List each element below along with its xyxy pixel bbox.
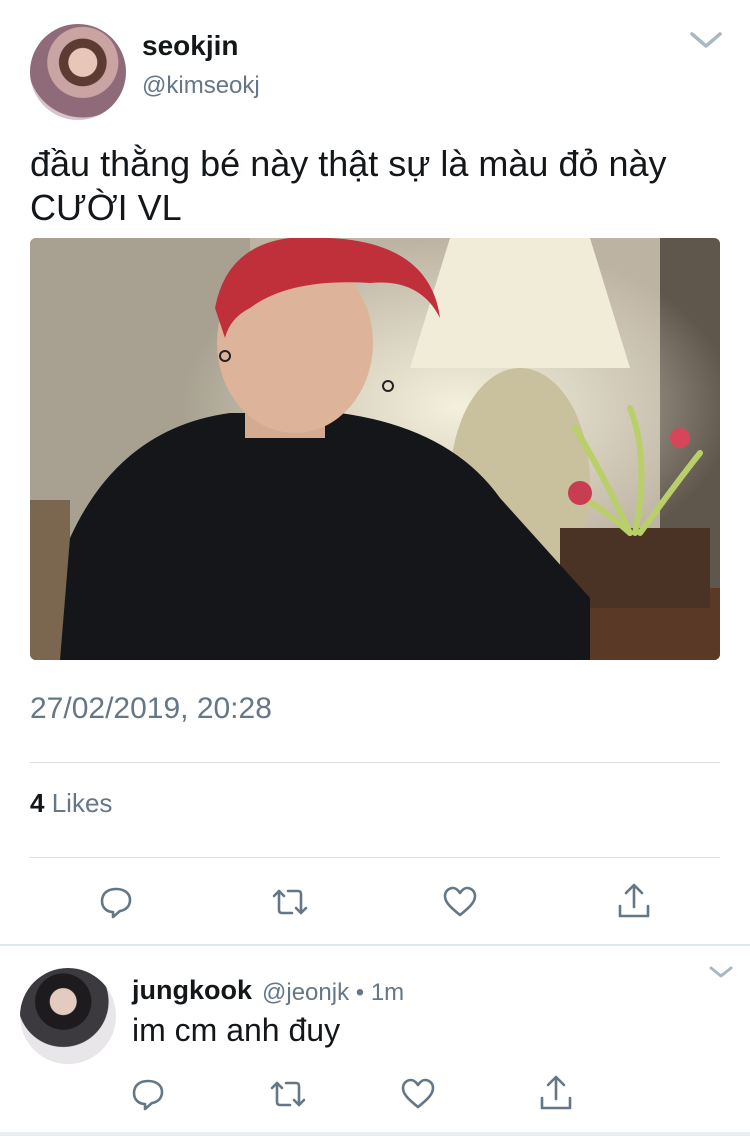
bottom-divider (0, 1132, 750, 1136)
share-icon[interactable] (616, 882, 652, 918)
reply-icon[interactable] (98, 884, 134, 920)
author-avatar[interactable] (30, 24, 126, 120)
share-icon[interactable] (538, 1074, 574, 1110)
likes-label: Likes (51, 788, 113, 818)
retweet-icon[interactable] (270, 884, 308, 920)
retweet-icon[interactable] (268, 1076, 306, 1112)
reply-icon[interactable] (130, 1076, 166, 1112)
reply-author-display-name[interactable]: jungkook (132, 975, 252, 1006)
divider (30, 762, 720, 763)
author-handle[interactable]: @kimseokj (142, 72, 260, 100)
section-divider (0, 944, 750, 946)
reply-time[interactable]: 1m (371, 979, 404, 1006)
tweet-photo[interactable] (30, 238, 720, 660)
likes-number: 4 (30, 788, 45, 818)
chevron-down-icon[interactable] (688, 26, 724, 54)
likes-count[interactable]: 4 Likes (30, 788, 112, 819)
author-display-name[interactable]: seokjin (142, 30, 238, 62)
reply-text: im cm anh đuy (132, 1012, 341, 1048)
like-icon[interactable] (442, 884, 478, 920)
tweet-text-line-1: đầu thằng bé này thật sự là màu đỏ này (30, 143, 667, 184)
divider (30, 857, 720, 858)
reply-meta: @jeonjk • 1m (262, 979, 404, 1007)
tweet-text-line-2: CƯỜI VL (30, 187, 182, 228)
tweet-text: đầu thằng bé này thật sự là màu đỏ này C… (30, 142, 730, 230)
chevron-down-icon[interactable] (708, 962, 734, 982)
reply-separator: • (355, 979, 365, 1006)
tweet-timestamp[interactable]: 27/02/2019, 20:28 (30, 692, 272, 726)
like-icon[interactable] (400, 1076, 436, 1112)
reply-author-handle[interactable]: @jeonjk (262, 979, 349, 1006)
photo-illustration (30, 238, 720, 660)
reply-author-avatar[interactable] (20, 968, 116, 1064)
